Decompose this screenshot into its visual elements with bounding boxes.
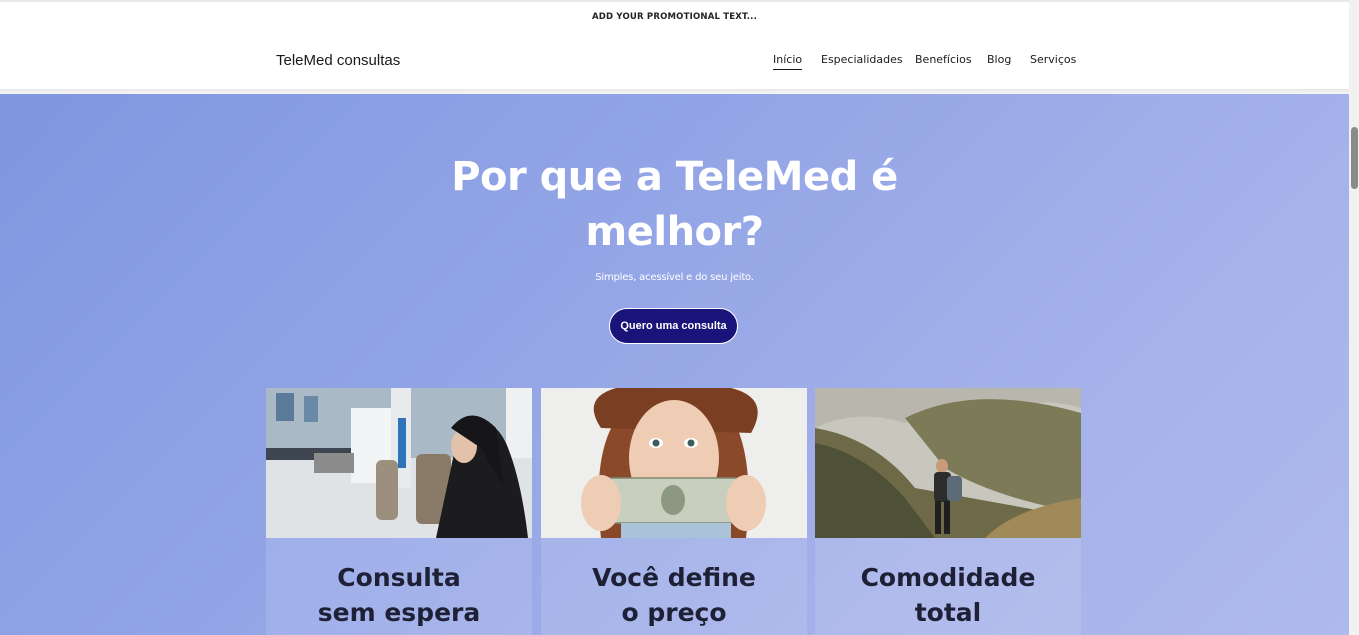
card-title-line2: sem espera (317, 598, 481, 627)
promo-text: ADD YOUR PROMOTIONAL TEXT... (591, 12, 758, 22)
clinic-waiting-room-image (266, 388, 532, 538)
page-scrollbar[interactable] (1349, 0, 1359, 635)
hiker-in-mountains-image (815, 388, 1081, 538)
woman-holding-dollar-bill-image (541, 388, 807, 538)
card-body: Comodidade total (815, 538, 1081, 635)
hero-section: Por que a TeleMed é melhor? Simples, ace… (0, 94, 1349, 635)
main-nav: Início Especialidades Benefícios Blog Se… (0, 53, 1349, 73)
hero-title-line2: melhor? (585, 209, 764, 255)
nav-item-blog[interactable]: Blog (987, 53, 1011, 69)
nav-item-inicio[interactable]: Início (773, 53, 803, 70)
nav-item-beneficios[interactable]: Benefícios (915, 53, 972, 69)
site-header: TeleMed consultas Início Especialidades … (0, 34, 1349, 89)
card-body: Você define o preço (541, 538, 807, 635)
card-title-line2: o preço (621, 598, 727, 627)
nav-item-especialidades[interactable]: Especialidades (821, 53, 903, 69)
card-consulta-sem-espera[interactable]: Consulta sem espera (266, 388, 532, 635)
card-title-line1: Consulta (337, 563, 461, 592)
card-title-line1: Comodidade (860, 563, 1036, 592)
cta-button[interactable]: Quero uma consulta (609, 308, 738, 344)
card-body: Consulta sem espera (266, 538, 532, 635)
card-title-line1: Você define (592, 563, 756, 592)
promo-bar: ADD YOUR PROMOTIONAL TEXT... (0, 0, 1349, 34)
card-title: Você define o preço (541, 560, 807, 630)
card-title: Comodidade total (815, 560, 1081, 630)
hero-title: Por que a TeleMed é melhor? (0, 150, 1349, 260)
card-title: Consulta sem espera (266, 560, 532, 630)
card-voce-define-o-preco[interactable]: Você define o preço (541, 388, 807, 635)
hero-subtitle: Simples, acessível e do seu jeito. (595, 272, 754, 283)
hero-title-line1: Por que a TeleMed é (451, 154, 898, 200)
card-comodidade-total[interactable]: Comodidade total (815, 388, 1081, 635)
scrollbar-thumb[interactable] (1351, 127, 1358, 189)
card-title-line2: total (914, 598, 982, 627)
nav-item-servicos[interactable]: Serviços (1030, 53, 1076, 69)
